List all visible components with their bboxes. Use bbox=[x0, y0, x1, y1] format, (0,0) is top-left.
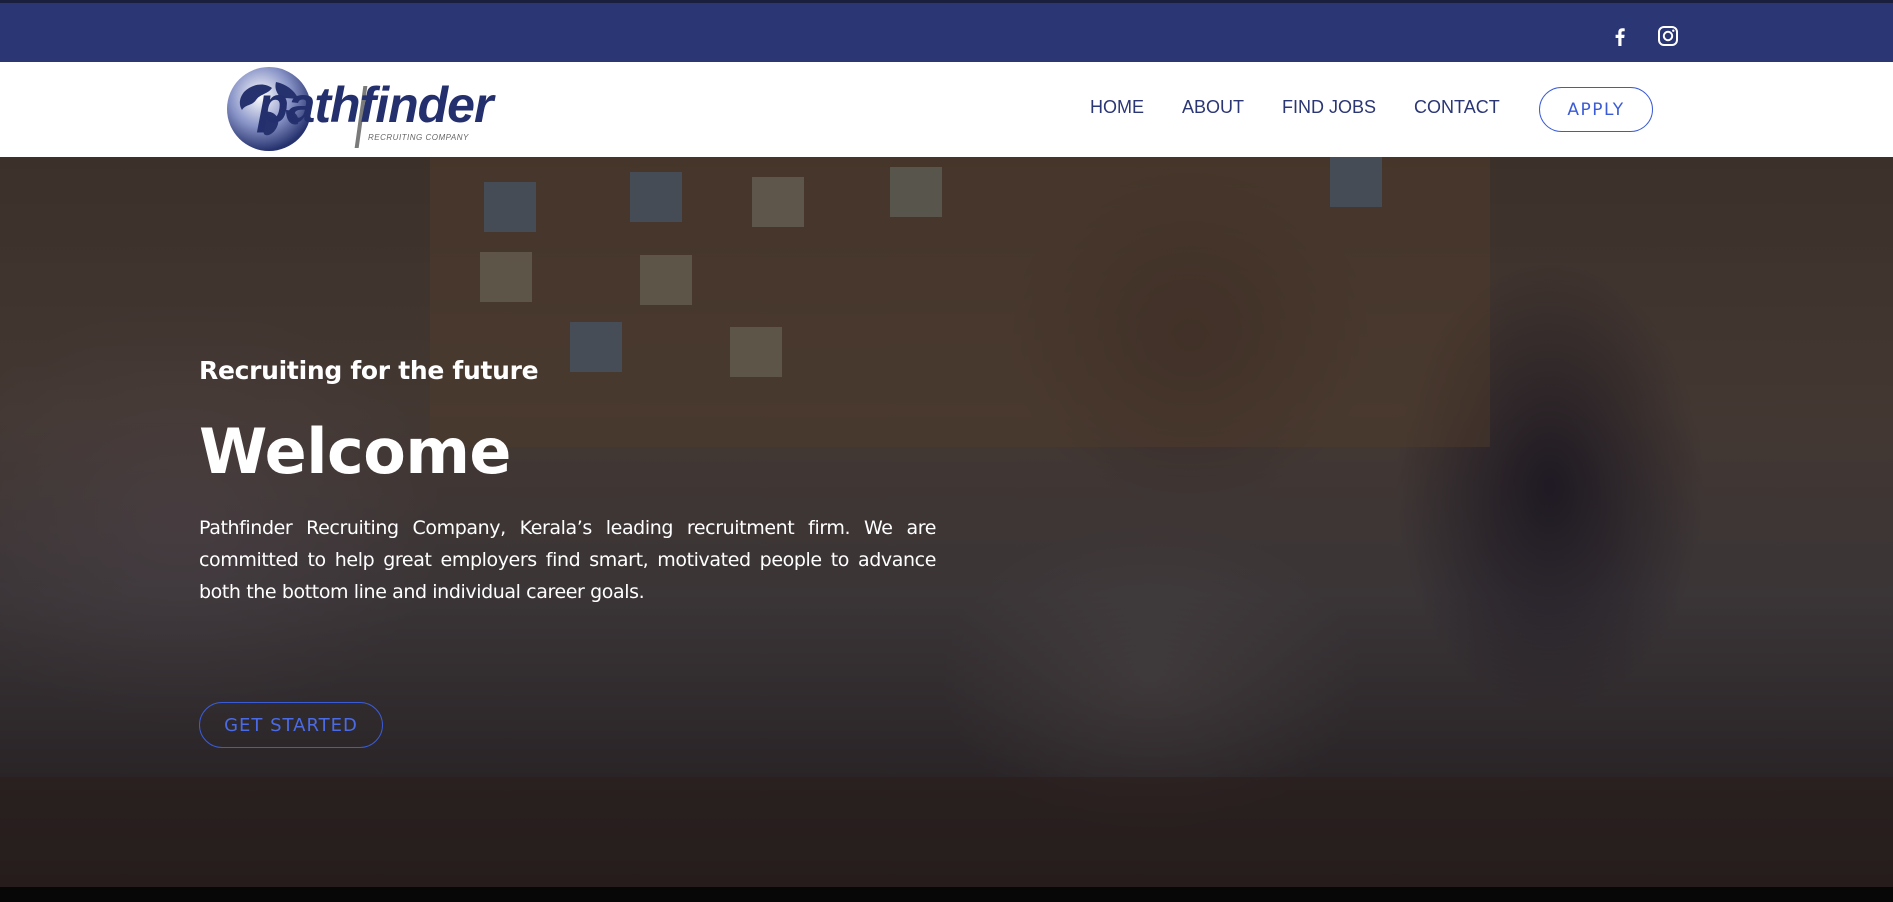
apply-button[interactable]: APPLY bbox=[1539, 87, 1653, 132]
nav-home[interactable]: HOME bbox=[1090, 98, 1144, 116]
facebook-icon[interactable] bbox=[1608, 24, 1632, 48]
site-header: pathfinder RECRUITING COMPANY HOME ABOUT… bbox=[0, 62, 1893, 157]
hero-eyebrow: Recruiting for the future bbox=[199, 356, 539, 385]
logo-tagline: RECRUITING COMPANY bbox=[368, 133, 469, 142]
hero-title: Welcome bbox=[199, 415, 511, 488]
nav-find-jobs[interactable]: FIND JOBS bbox=[1282, 98, 1376, 116]
main-nav: HOME ABOUT FIND JOBS CONTACT bbox=[1090, 98, 1500, 116]
logo-wordmark: pathfinder bbox=[258, 77, 493, 133]
hero-description: Pathfinder Recruiting Company, Kerala’s … bbox=[199, 517, 936, 603]
hero-section: Recruiting for the future Welcome Pathfi… bbox=[0, 157, 1893, 887]
get-started-button[interactable]: GET STARTED bbox=[199, 702, 383, 748]
instagram-icon[interactable] bbox=[1656, 24, 1680, 48]
top-bar bbox=[0, 0, 1893, 62]
nav-about[interactable]: ABOUT bbox=[1182, 98, 1244, 116]
nav-contact[interactable]: CONTACT bbox=[1414, 98, 1500, 116]
pathfinder-logo[interactable]: pathfinder RECRUITING COMPANY bbox=[224, 62, 493, 157]
